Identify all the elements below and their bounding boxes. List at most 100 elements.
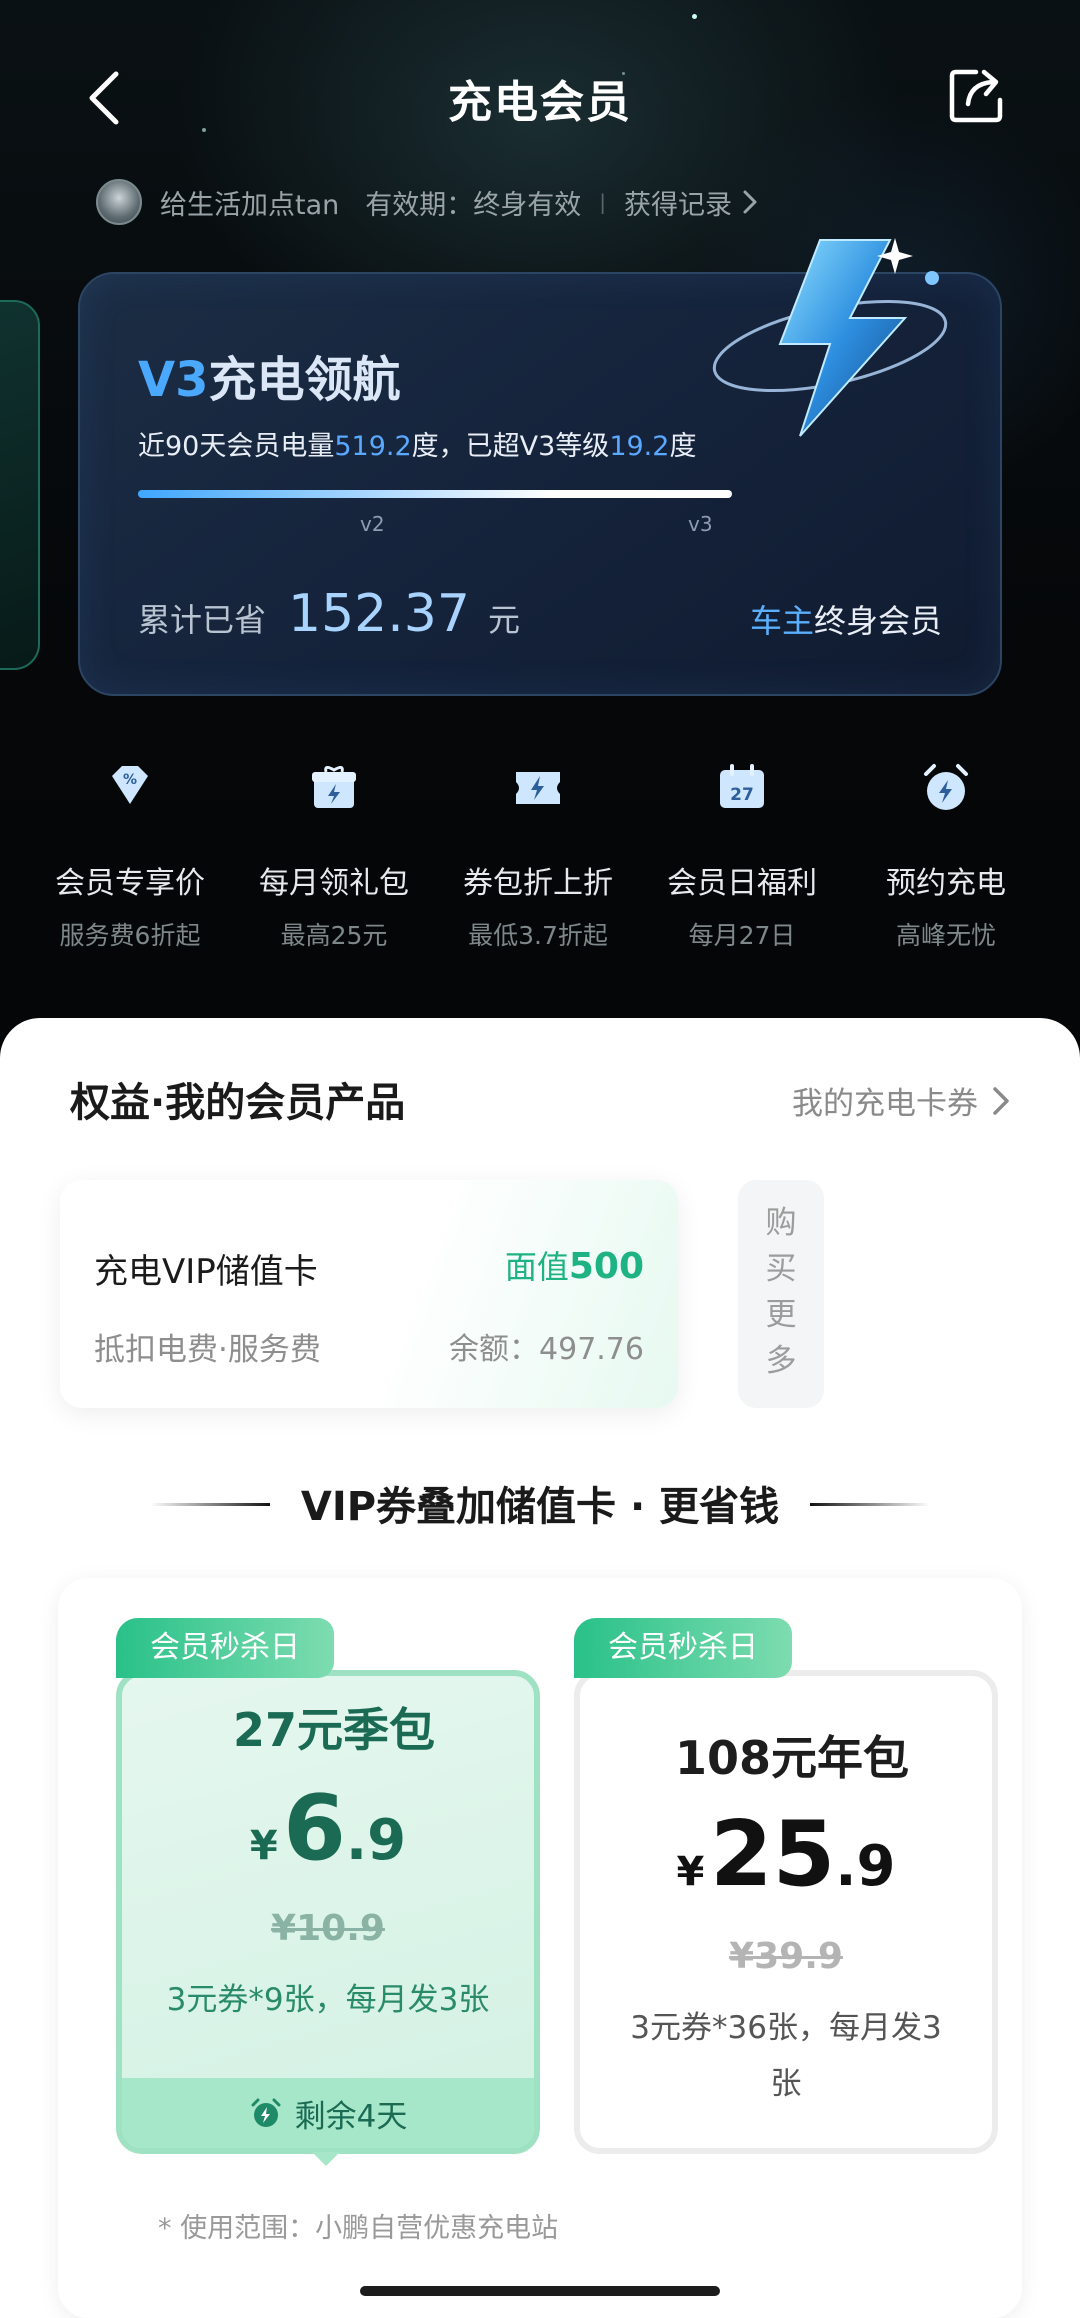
benefit-sub: 最高25元 <box>280 921 388 950</box>
benefit-item[interactable]: 27 会员日福利 每月27日 <box>640 760 844 952</box>
record-link[interactable]: 获得记录 <box>624 183 758 222</box>
benefit-sub: 每月27日 <box>688 921 796 950</box>
benefit-sub: 最低3.7折起 <box>468 921 608 950</box>
content-sheet: 权益·我的会员产品 我的充电卡券 充电VIP储值卡 面值500 抵扣电费·服务费… <box>0 1018 1080 2318</box>
price-dec: .9 <box>345 1808 407 1873</box>
pack-card[interactable]: 108元年包 ¥ 25.9 ¥39.9 3元券*36张，每月发3张 <box>574 1670 998 2154</box>
face-value: 500 <box>568 1246 644 1287</box>
benefit-sub: 服务费6折起 <box>59 921 201 950</box>
benefit-item[interactable]: % 会员专享价 服务费6折起 <box>28 760 232 952</box>
desc-prefix: 近90天会员电量 <box>138 431 335 462</box>
pack-desc: 3元券*9张，每月发3张 <box>166 1982 490 2018</box>
desc-suffix: 度 <box>669 431 697 462</box>
share-icon <box>949 69 1003 123</box>
share-button[interactable] <box>946 64 1008 126</box>
level-code: V3 <box>138 352 209 408</box>
previous-level-card[interactable] <box>0 300 40 670</box>
power-value: 519.2 <box>334 431 412 462</box>
buy-more-char: 更 <box>765 1297 797 1333</box>
percent-diamond-icon: % <box>112 766 148 804</box>
pack-card-selected[interactable]: 27元季包 ¥ 6.9 ¥10.9 3元券*9张，每月发3张 剩余4天 <box>116 1670 540 2154</box>
saved-unit: 元 <box>487 601 520 639</box>
benefit-name: 每月领礼包 <box>259 866 409 901</box>
saved-row: 累计已省 152.37 元 <box>138 584 520 644</box>
member-type-highlight: 车主 <box>749 602 814 640</box>
top-nav-bar: 充电会员 <box>0 50 1080 140</box>
chevron-right-icon <box>993 1086 1009 1115</box>
pack-name: 27元季包 <box>232 1703 435 1757</box>
price-currency: ¥ <box>249 1823 278 1869</box>
price-int: 6 <box>283 1776 346 1881</box>
remaining-days: 剩余4天 <box>294 2098 408 2135</box>
tick-v3: v3 <box>688 512 713 536</box>
benefit-sub: 高峰无忧 <box>895 921 996 950</box>
benefit-item[interactable]: 券包折上折 最低3.7折起 <box>436 760 640 952</box>
vip-card-balance: 余额：497.76 <box>449 1332 644 1367</box>
remaining-time-bar: 剩余4天 <box>122 2078 534 2148</box>
original-price: ¥39.9 <box>729 1936 843 1977</box>
benefit-item[interactable]: 每月领礼包 最高25元 <box>232 760 436 952</box>
lightning-bolt-icon <box>712 238 948 437</box>
vip-card-name: 充电VIP储值卡 <box>94 1252 318 1292</box>
user-name: 给生活加点tan <box>160 189 340 221</box>
price-int: 25 <box>709 1802 836 1907</box>
svg-text:%: % <box>123 772 137 788</box>
heading-right-line <box>810 1503 930 1506</box>
flash-sale-badge: 会员秒杀日 <box>574 1618 792 1678</box>
saved-label: 累计已省 <box>138 601 267 639</box>
alarm-icon <box>251 2098 281 2127</box>
section-title: 权益·我的会员产品 <box>70 1080 406 1126</box>
coupon-icon <box>516 772 560 804</box>
buy-more-char: 买 <box>765 1251 797 1287</box>
level-title-rest: 充电领航 <box>208 352 401 408</box>
price-dec: .9 <box>835 1834 896 1899</box>
vip-card-face-value: 面值500 <box>505 1242 644 1288</box>
buy-more-char: 多 <box>765 1343 797 1379</box>
level-title: V3充电领航 <box>138 340 401 410</box>
avatar[interactable] <box>96 179 142 225</box>
user-info-row: 给生活加点tan 有效期：终身有效 | 获得记录 <box>96 176 758 228</box>
star-decoration <box>692 14 697 19</box>
scope-note: * 使用范围：小鹏自营优惠充电站 <box>158 2213 559 2244</box>
coupon-packs-box: 27元季包 ¥ 6.9 ¥10.9 3元券*9张，每月发3张 剩余4天 会员秒杀… <box>58 1578 1022 2318</box>
pack-price: ¥ 25.9 <box>580 1802 992 1907</box>
benefit-item[interactable]: 预约充电 高峰无忧 <box>844 760 1048 952</box>
benefit-name: 会员专享价 <box>55 866 205 901</box>
tick-v2: v2 <box>360 512 385 536</box>
buy-more-button[interactable]: 购 买 更 多 <box>738 1180 824 1408</box>
benefits-row: % 会员专享价 服务费6折起 每月领礼包 最高25元 券包折上折 最低3.7折起… <box>0 760 1080 960</box>
selection-pointer <box>312 2152 340 2166</box>
level-description: 近90天会员电量519.2度，已超V3等级19.2度 <box>138 424 696 463</box>
page-title: 充电会员 <box>448 77 632 128</box>
original-price: ¥10.9 <box>271 1908 385 1949</box>
calendar-icon: 27 <box>720 764 764 808</box>
chevron-right-icon <box>743 190 757 214</box>
member-type-rest: 终身会员 <box>813 602 942 640</box>
desc-mid: 度，已超V3等级 <box>411 431 610 462</box>
exceed-value: 19.2 <box>609 431 670 462</box>
divider: | <box>599 190 606 214</box>
level-progress-bar <box>138 490 732 498</box>
my-cards-link-label: 我的充电卡券 <box>792 1086 978 1122</box>
my-cards-link[interactable]: 我的充电卡券 <box>792 1078 1012 1123</box>
gift-icon <box>312 765 356 808</box>
member-type: 车主终身会员 <box>750 596 942 642</box>
face-value-label: 面值 <box>504 1248 569 1286</box>
buy-more-char: 购 <box>765 1205 797 1241</box>
pack-name: 108元年包 <box>674 1731 910 1785</box>
saved-amount: 152.37 <box>288 584 470 644</box>
pack-price: ¥ 6.9 <box>122 1776 534 1881</box>
pack-desc: 3元券*36张，每月发3张 <box>630 2010 942 2102</box>
validity-text: 有效期：终身有效 <box>365 189 582 221</box>
benefit-name: 预约充电 <box>886 866 1006 901</box>
record-link-label: 获得记录 <box>624 189 732 221</box>
level-progress-fill <box>138 490 732 498</box>
home-indicator[interactable] <box>360 2286 720 2296</box>
vip-stored-value-card[interactable]: 充电VIP储值卡 面值500 抵扣电费·服务费 余额：497.76 <box>60 1180 678 1408</box>
vip-card-desc: 抵扣电费·服务费 <box>94 1332 321 1368</box>
benefit-name: 券包折上折 <box>463 866 613 901</box>
flash-sale-badge: 会员秒杀日 <box>116 1618 334 1678</box>
benefit-name: 会员日福利 <box>667 866 817 901</box>
alarm-icon <box>924 764 968 810</box>
price-currency: ¥ <box>676 1849 705 1895</box>
